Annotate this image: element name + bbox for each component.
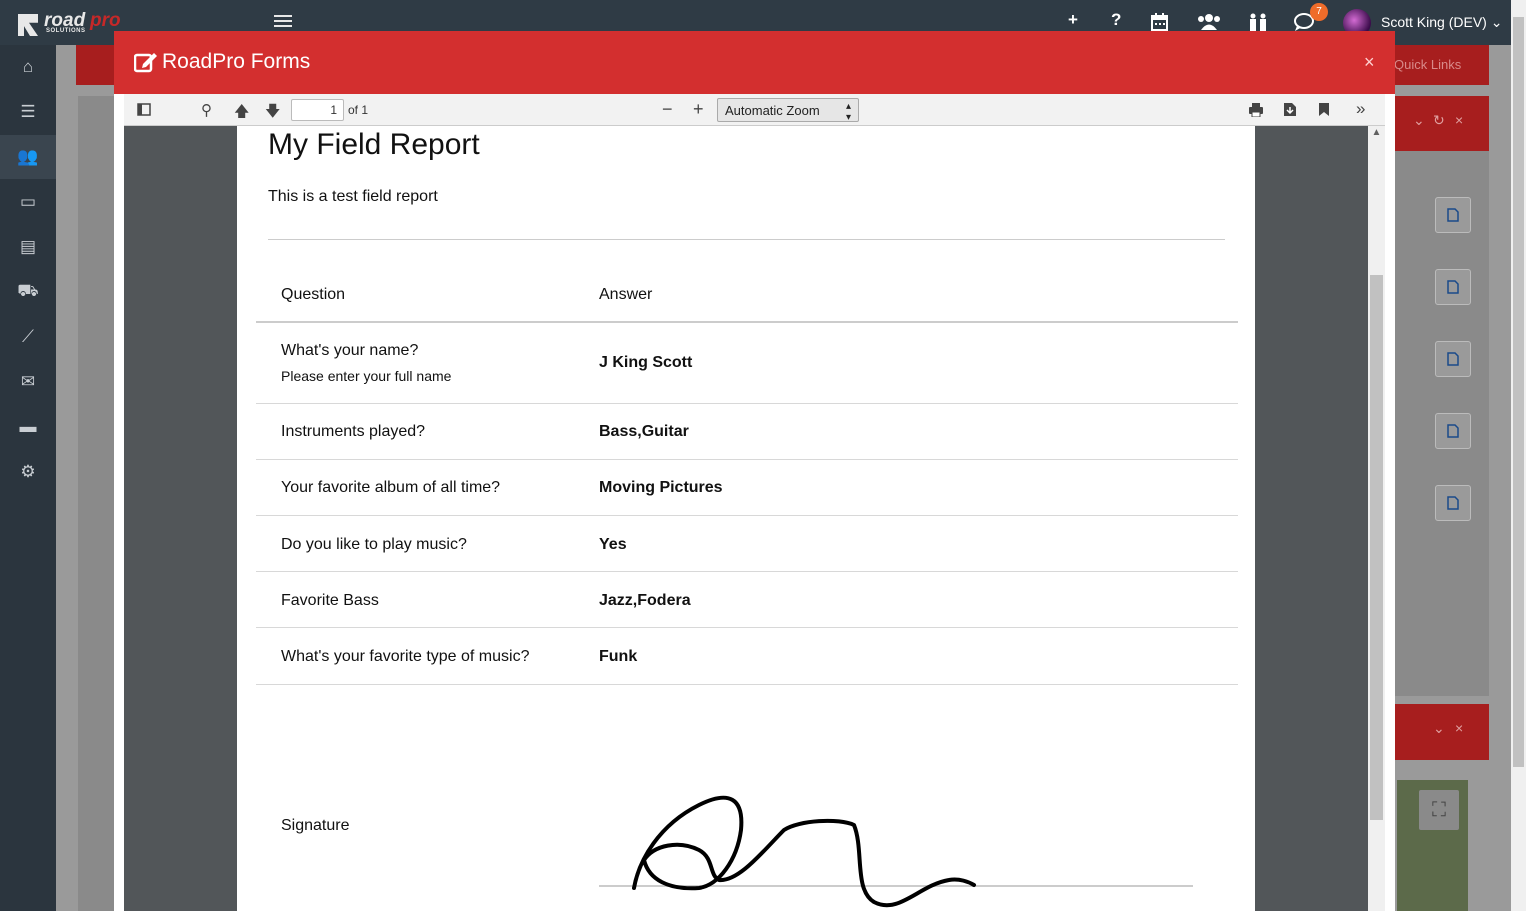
roadpro-logo[interactable]: road pro SOLUTIONS	[18, 10, 128, 38]
page-count: of 1	[348, 103, 369, 117]
breadcrumb	[76, 45, 116, 85]
refresh-icon[interactable]: ↻	[1433, 112, 1445, 129]
modal-title: RoadPro Forms	[162, 50, 311, 73]
select-arrow-icon: ▴ ▾	[845, 101, 851, 123]
notification-badge: 7	[1310, 3, 1328, 21]
bookmark-icon[interactable]	[1318, 102, 1330, 117]
file-icon	[1447, 424, 1459, 438]
sidebar-mail-icon[interactable]: ✉	[0, 360, 56, 404]
crew-icon[interactable]	[1248, 13, 1268, 31]
row-question: Favorite Bass	[281, 592, 379, 609]
file-icon	[1447, 496, 1459, 510]
row-answer: Yes	[599, 536, 627, 553]
sidebar-truck-icon[interactable]: ⛟	[0, 270, 56, 314]
download-icon[interactable]	[1283, 102, 1297, 117]
chevron-down-icon: ⌄	[1490, 14, 1503, 30]
zoom-in-icon[interactable]: +	[693, 99, 704, 120]
divider	[256, 515, 1238, 516]
report-title: My Field Report	[268, 128, 480, 161]
map-thumbnail[interactable]: ⛶	[1397, 780, 1468, 911]
background-panel-right	[1395, 96, 1489, 696]
divider	[256, 321, 1238, 323]
divider	[256, 571, 1238, 572]
find-icon[interactable]: ⚲	[201, 101, 212, 119]
sidebar-home-icon[interactable]: ⌂	[0, 45, 56, 89]
sidebar: ⌂ ☰ 👥 ▭ ▤ ⛟ ⟋ ✉ ▬ ⚙	[0, 45, 56, 911]
sidebar-settings-icon[interactable]: ⚙	[0, 450, 56, 494]
logo-solutions-text: SOLUTIONS	[46, 28, 86, 34]
file-icon	[1447, 208, 1459, 222]
user-name: Scott King (DEV)	[1381, 14, 1487, 30]
divider	[256, 403, 1238, 404]
divider	[256, 684, 1238, 685]
divider	[256, 627, 1238, 628]
file-button[interactable]	[1435, 197, 1471, 233]
panel-header: ⌄ ×	[1395, 704, 1489, 760]
menu-toggle-icon[interactable]	[274, 15, 292, 29]
report-subtitle: This is a test field report	[268, 188, 438, 205]
row-question: Your favorite album of all time?	[281, 479, 501, 496]
logo-pro-text: pro	[90, 10, 121, 31]
sidebar-filters-icon[interactable]: ☰	[0, 90, 56, 134]
file-icon	[1447, 352, 1459, 366]
row-answer: Moving Pictures	[599, 479, 723, 496]
users-icon[interactable]	[1197, 13, 1221, 30]
page-number-input[interactable]: 1	[291, 99, 344, 121]
edit-form-icon	[134, 53, 157, 73]
sidebar-crew-icon[interactable]: 👥	[0, 135, 56, 179]
row-answer: Bass,Guitar	[599, 423, 689, 440]
previous-page-icon[interactable]: 🡅	[234, 101, 249, 126]
tools-icon[interactable]: »	[1356, 99, 1365, 119]
row-answer: J King Scott	[599, 354, 693, 371]
sidebar-card-icon[interactable]: ▬	[0, 405, 56, 449]
next-page-icon[interactable]: 🡇	[265, 101, 280, 126]
window-scrollbar-thumb[interactable]	[1513, 17, 1524, 767]
file-button[interactable]	[1435, 269, 1471, 305]
table-header-answer: Answer	[599, 286, 653, 303]
collapse-icon[interactable]: ⌄	[1413, 112, 1425, 129]
scroll-up-icon[interactable]: ▲	[1370, 127, 1383, 141]
close-icon[interactable]: ×	[1455, 720, 1463, 736]
sidebar-clipboard-icon[interactable]: ▤	[0, 225, 56, 269]
signature-label: Signature	[281, 817, 350, 834]
pdf-scrollbar-thumb[interactable]	[1370, 275, 1383, 820]
file-button[interactable]	[1435, 485, 1471, 521]
sidebar-documents-icon[interactable]: ▭	[0, 180, 56, 224]
quick-links-label: Quick Links	[1394, 57, 1462, 72]
calendar-icon[interactable]	[1151, 13, 1168, 31]
fullscreen-icon[interactable]: ⛶	[1419, 790, 1459, 830]
row-answer: Jazz,Fodera	[599, 592, 691, 609]
row-hint: Please enter your full name	[281, 368, 452, 384]
sidebar-chart-icon[interactable]: ⟋	[0, 315, 56, 359]
collapse-icon[interactable]: ⌄	[1433, 720, 1445, 737]
close-icon[interactable]: ×	[1455, 112, 1463, 128]
divider	[256, 459, 1238, 460]
row-question: Instruments played?	[281, 423, 426, 440]
row-question: What's your name?	[281, 342, 419, 359]
logo-mark-icon	[18, 14, 38, 36]
add-icon[interactable]: +	[1068, 10, 1078, 30]
user-menu[interactable]: Scott King (DEV) ⌄	[1381, 14, 1502, 31]
modal-close-button[interactable]: ×	[1364, 52, 1375, 73]
zoom-select[interactable]: Automatic Zoom ▴ ▾	[717, 98, 859, 123]
panel-header: ⌄ ↻ ×	[1395, 96, 1489, 151]
zoom-value: Automatic Zoom	[725, 103, 820, 118]
file-button[interactable]	[1435, 413, 1471, 449]
row-answer: Funk	[599, 648, 638, 665]
zoom-out-icon[interactable]: −	[662, 99, 673, 120]
help-icon[interactable]: ?	[1111, 10, 1121, 30]
file-icon	[1447, 280, 1459, 294]
table-header-question: Question	[281, 286, 346, 303]
divider	[268, 239, 1225, 240]
row-question: Do you like to play music?	[281, 536, 467, 553]
row-question: What's your favorite type of music?	[281, 648, 530, 665]
sidebar-toggle-icon[interactable]	[137, 103, 151, 116]
background-panel-left	[78, 96, 118, 911]
signature-image	[599, 795, 1193, 908]
print-icon[interactable]	[1248, 102, 1264, 117]
quick-links-button[interactable]: Quick Links	[1394, 45, 1489, 85]
file-button[interactable]	[1435, 341, 1471, 377]
